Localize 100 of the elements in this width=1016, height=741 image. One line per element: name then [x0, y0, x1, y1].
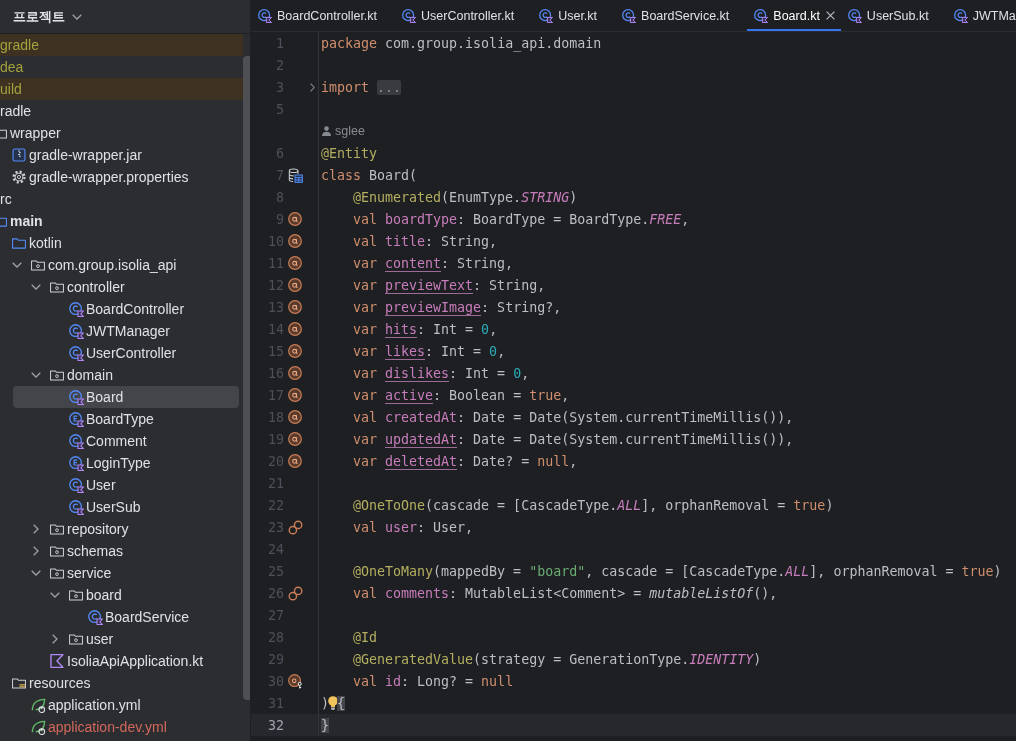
tree-item[interactable]: wrapper — [0, 122, 243, 144]
tree-item[interactable]: LoginType — [0, 452, 243, 474]
at-sign-icon[interactable] — [288, 322, 302, 336]
class-icon — [68, 499, 84, 515]
tree-item[interactable]: rc — [0, 188, 243, 210]
tree-item[interactable]: com.group.isolia_api — [0, 254, 243, 276]
close-icon[interactable] — [825, 11, 835, 20]
code-line: var updatedAt: Date = Date(System.currentTimeMillis()), — [353, 431, 794, 447]
tree-item[interactable]: application.yml — [0, 694, 243, 716]
link-icon[interactable] — [287, 585, 303, 601]
tree-item[interactable]: board — [0, 584, 243, 606]
tree-item[interactable]: application-dev.yml — [0, 716, 243, 738]
tree-item[interactable]: domain — [0, 364, 243, 386]
editor-tab[interactable]: JWTMa — [946, 0, 1016, 31]
editor-tab[interactable]: UserSub.kt — [840, 0, 947, 31]
package-folder-icon — [69, 589, 83, 601]
code-line: var active: Boolean = true, — [353, 387, 570, 403]
class-icon — [847, 8, 862, 23]
code-line: var previewImage: String?, — [353, 299, 562, 315]
tree-item[interactable]: UserSub — [0, 496, 243, 518]
at-sign-key-icon[interactable] — [287, 673, 303, 689]
at-sign-icon[interactable] — [288, 300, 302, 314]
tree-item[interactable]: Board — [13, 386, 239, 408]
code-line: import ... — [321, 79, 402, 95]
code-line: @OneToMany(mappedBy = "board", cascade = [CascadeType.ALL], orphanRemoval = true) — [353, 563, 1002, 579]
code-line: var hits: Int = 0, — [353, 321, 498, 337]
code-text: { — [337, 695, 346, 711]
leaf-icon — [30, 719, 46, 735]
lightbulb-icon[interactable] — [328, 696, 338, 710]
scrollbar-thumb[interactable] — [243, 56, 250, 700]
tree-item[interactable]: schemas — [0, 540, 243, 562]
editor-tab[interactable]: BoardController.kt — [251, 0, 396, 31]
tree-item[interactable]: service — [0, 562, 243, 584]
code-line: val user: User, — [353, 519, 474, 535]
at-sign-icon[interactable] — [288, 432, 302, 446]
project-view-dropdown[interactable]: 프로젝트 — [8, 3, 87, 30]
at-sign-icon[interactable] — [288, 344, 302, 358]
tree-item[interactable]: gradle — [0, 34, 243, 56]
tree-item[interactable]: UserController — [0, 342, 243, 364]
class-icon — [68, 345, 84, 361]
code-line: @Entity — [321, 145, 378, 161]
editor-tab[interactable]: User.kt — [532, 0, 616, 31]
code-line: val createdAt: Date = Date(System.currentTimeMillis()), — [353, 409, 794, 425]
chevron-down-icon[interactable] — [31, 284, 41, 290]
chevron-right-icon[interactable] — [52, 634, 58, 644]
class-icon — [68, 477, 84, 493]
chevron-down-icon[interactable] — [12, 262, 22, 268]
tree-item[interactable]: radle — [0, 100, 243, 122]
chevron-right-icon[interactable] — [309, 82, 315, 92]
at-sign-icon[interactable] — [288, 234, 302, 248]
author-inlay-hint[interactable]: sglee — [322, 124, 365, 138]
at-sign-icon[interactable] — [288, 410, 302, 424]
tree-item[interactable]: resources — [0, 672, 243, 694]
tree-item[interactable]: uild — [0, 78, 243, 100]
at-sign-icon[interactable] — [288, 454, 302, 468]
tree-item[interactable]: main — [0, 210, 243, 232]
package-folder-icon — [50, 369, 64, 381]
archive-icon — [12, 148, 26, 162]
tree-item[interactable]: kotlin — [0, 232, 243, 254]
tree-item[interactable]: BoardService — [0, 606, 243, 628]
chevron-right-icon[interactable] — [33, 524, 39, 534]
class-icon — [258, 8, 272, 23]
at-sign-icon[interactable] — [288, 388, 302, 402]
class-icon — [68, 323, 84, 339]
source-folder-icon — [12, 237, 26, 249]
chevron-down-icon[interactable] — [31, 570, 41, 576]
tree-item[interactable]: BoardType — [0, 408, 243, 430]
chevron-down-icon[interactable] — [31, 372, 41, 378]
class-icon — [68, 433, 84, 449]
enum-icon — [68, 411, 84, 427]
class-icon — [622, 8, 637, 23]
tree-item[interactable]: dea — [0, 56, 243, 78]
class-icon — [754, 8, 769, 23]
at-sign-icon[interactable] — [288, 278, 302, 292]
tree-item[interactable]: user — [0, 628, 243, 650]
code-line: var previewText: String, — [353, 277, 546, 293]
at-sign-icon[interactable] — [288, 212, 302, 226]
code-line: var dislikes: Int = 0, — [353, 365, 530, 381]
tree-item[interactable]: JWTManager — [0, 320, 243, 342]
editor-tab[interactable]: BoardService.kt — [615, 0, 748, 31]
chevron-down-icon — [72, 13, 82, 20]
source-file-icon — [50, 654, 64, 668]
tree-item[interactable]: Comment — [0, 430, 243, 452]
chevron-down-icon[interactable] — [50, 592, 60, 598]
tree-item[interactable]: controller — [0, 276, 243, 298]
database-table-icon[interactable] — [287, 167, 303, 183]
editor-tab[interactable]: UserController.kt — [395, 0, 533, 31]
tree-item[interactable]: User — [0, 474, 243, 496]
code-line: var likes: Int = 0, — [353, 343, 506, 359]
tree-item[interactable]: BoardController — [0, 298, 243, 320]
chevron-right-icon[interactable] — [33, 546, 39, 556]
tree-item[interactable]: gradle-wrapper.properties — [0, 166, 243, 188]
line-number: 32 — [268, 717, 284, 733]
at-sign-icon[interactable] — [288, 256, 302, 270]
tree-item[interactable]: gradle-wrapper.jar — [0, 144, 243, 166]
editor-tab[interactable]: Board.kt — [747, 0, 841, 31]
at-sign-icon[interactable] — [288, 366, 302, 380]
tree-item[interactable]: repository — [0, 518, 243, 540]
link-icon[interactable] — [287, 519, 303, 535]
tree-item[interactable]: IsoliaApiApplication.kt — [0, 650, 243, 672]
